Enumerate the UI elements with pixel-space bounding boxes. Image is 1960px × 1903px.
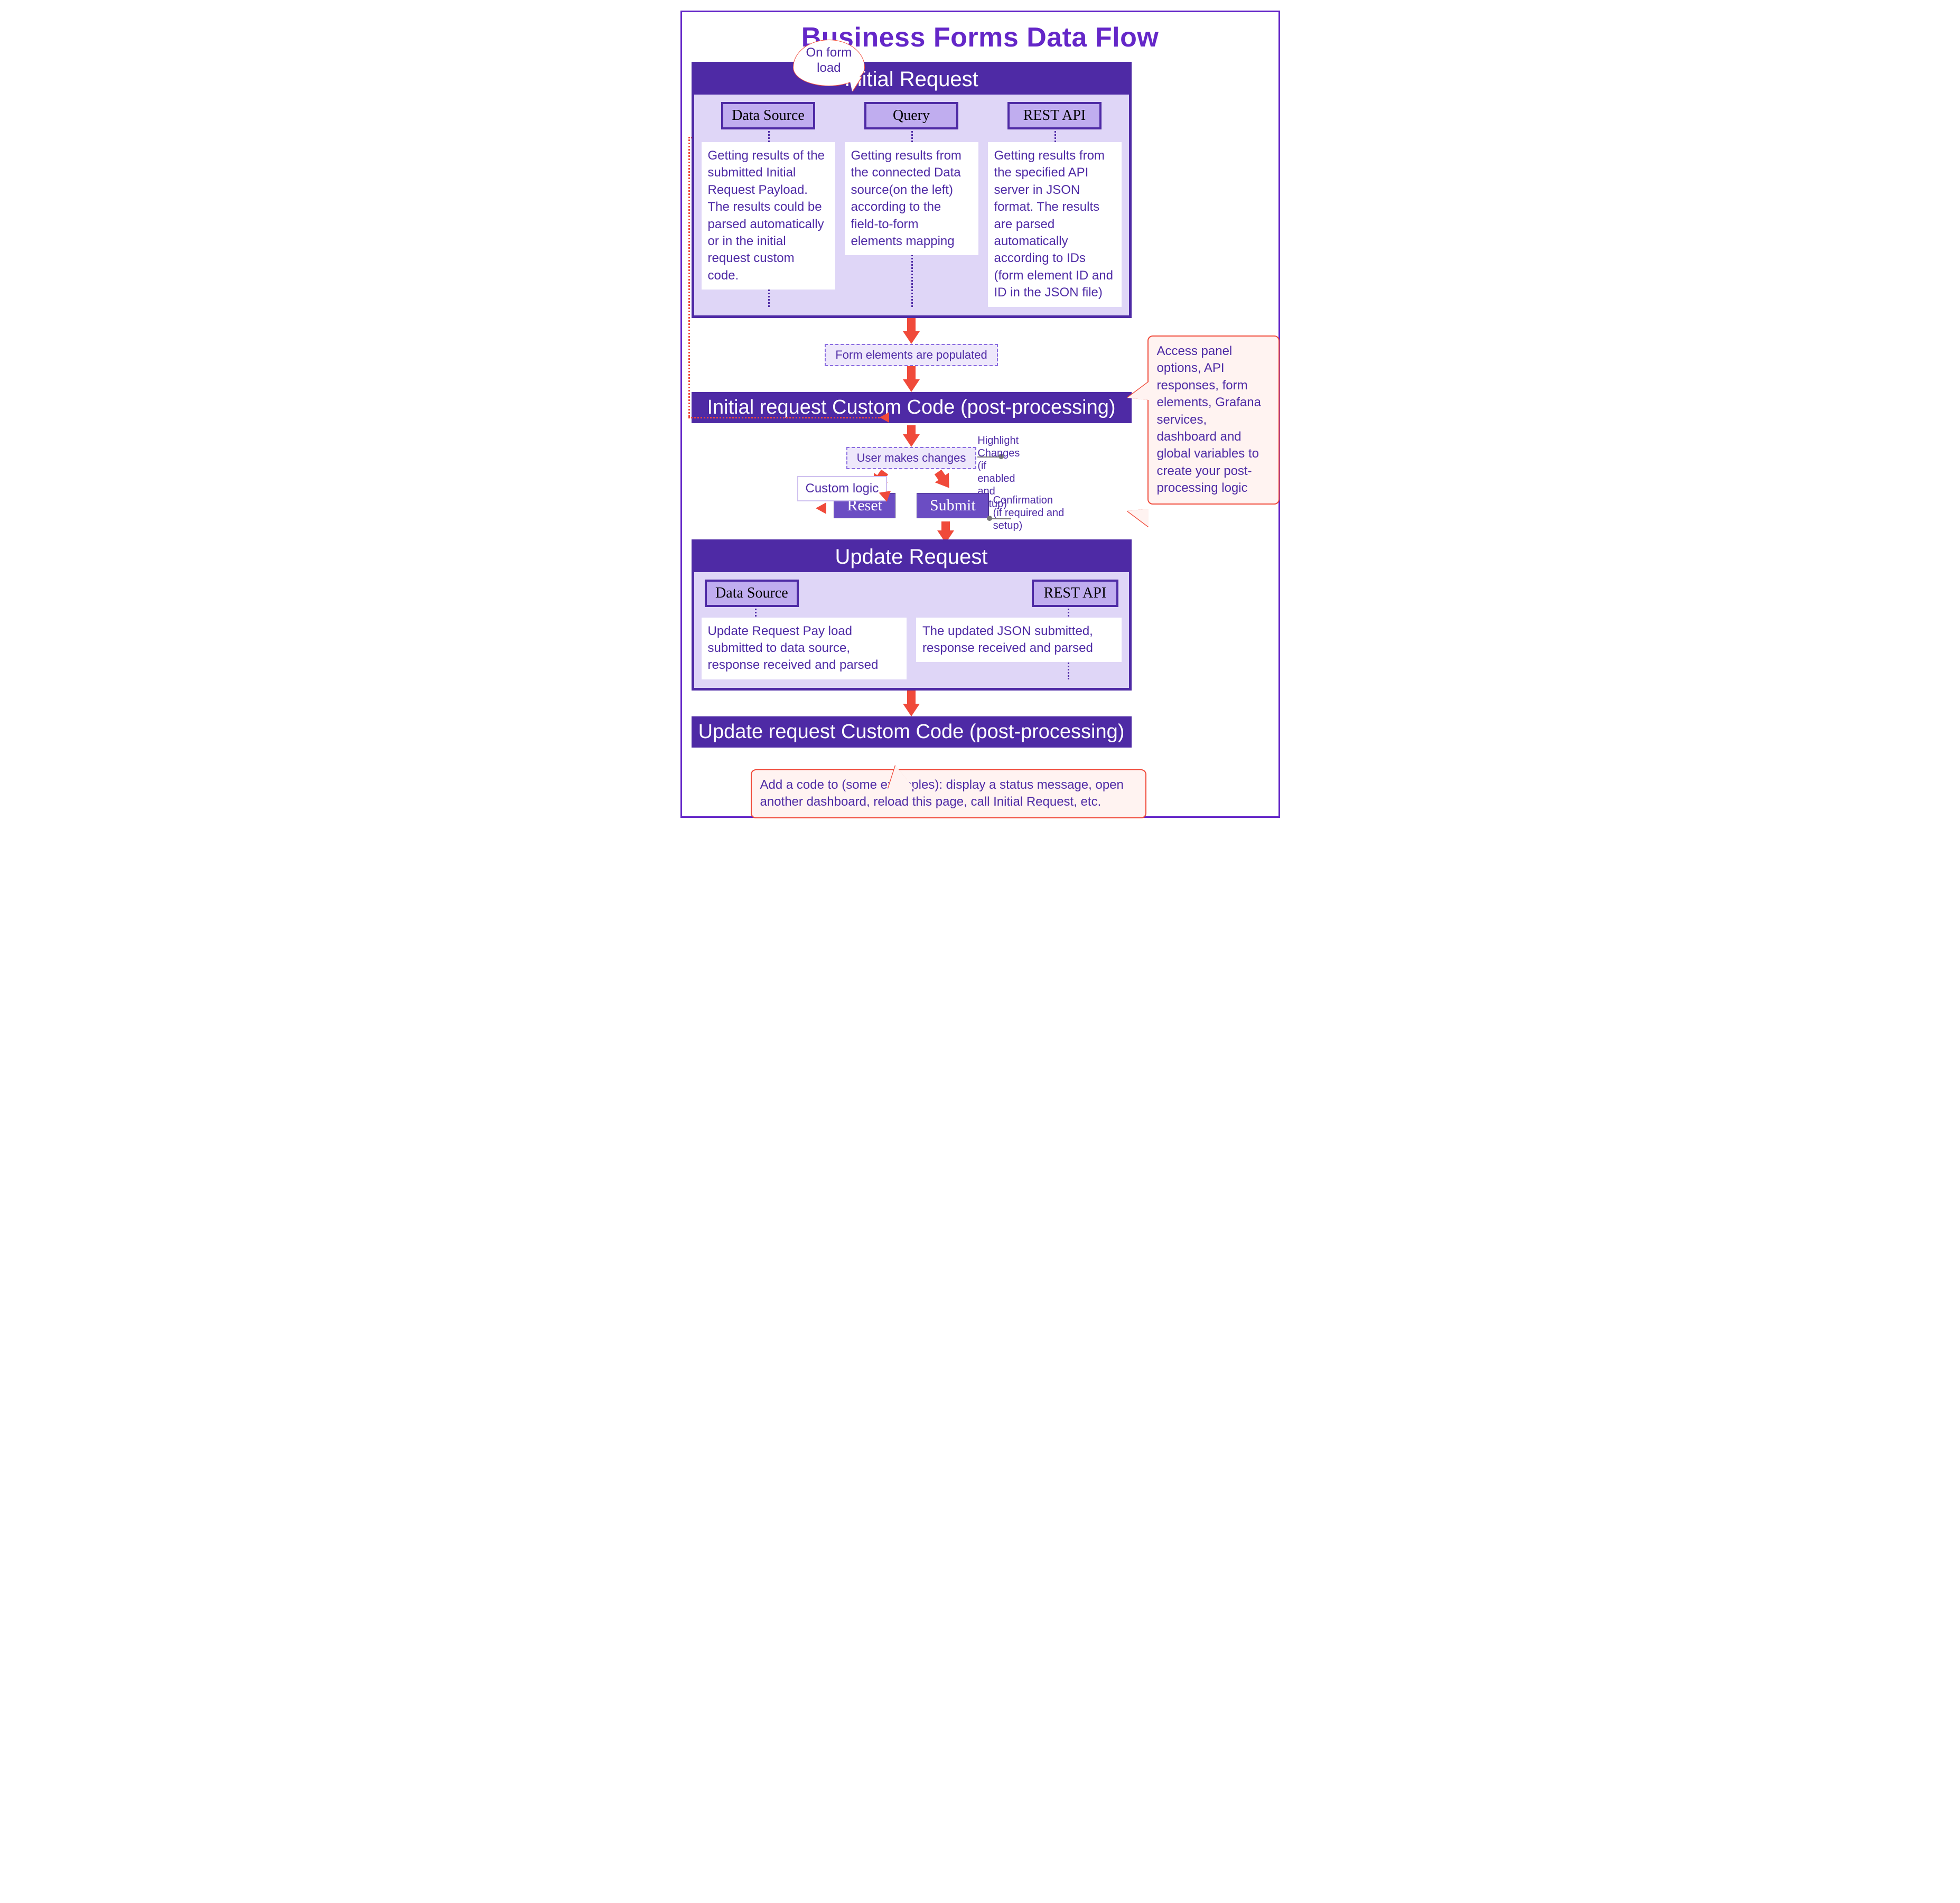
- col-desc-restapi: The updated JSON submitted, response rec…: [916, 618, 1122, 663]
- arrow-fork-right-icon: [931, 467, 956, 493]
- update-col-datasource: Data Source Update Request Pay load subm…: [702, 580, 907, 679]
- arrow-down-icon: [903, 366, 920, 392]
- on-form-load-tail: [849, 77, 862, 91]
- feedback-line-bot: [688, 417, 883, 418]
- feedback-arrow-to-reset: [880, 412, 889, 423]
- right-callout: Access panel options, API responses, for…: [1147, 335, 1280, 505]
- arrow-to-custom-logic-icon: [879, 489, 889, 500]
- update-request-header: Update Request: [694, 542, 1129, 572]
- col-header-datasource: Data Source: [721, 102, 815, 129]
- col-desc-query: Getting results from the connected Data …: [845, 142, 978, 255]
- bottom-callout-tail: [888, 766, 914, 789]
- bottom-callout: Add a code to (some examples): display a…: [751, 769, 1146, 818]
- arrow-down-icon: [903, 318, 920, 344]
- diagram-frame: Business Forms Data Flow On form load In…: [680, 11, 1280, 818]
- custom-logic-box-wrap: Custom logic: [797, 476, 888, 501]
- col-header-datasource: Data Source: [705, 580, 799, 607]
- user-changes-note: User makes changes: [846, 447, 977, 469]
- populated-note: Form elements are populated: [825, 344, 997, 366]
- right-callout-tail: [1127, 382, 1149, 400]
- col-header-restapi: REST API: [1007, 102, 1101, 129]
- initial-col-datasource: Data Source Getting results of the submi…: [702, 102, 835, 307]
- feedback-line-vert: [688, 137, 690, 417]
- col-header-query: Query: [864, 102, 958, 129]
- initial-request-section: Initial Request Data Source Getting resu…: [692, 62, 1132, 318]
- col-desc-datasource: Getting results of the submitted Initial…: [702, 142, 835, 290]
- update-col-restapi: REST API The updated JSON submitted, res…: [916, 580, 1122, 679]
- update-request-section: Update Request Data Source Update Reques…: [692, 539, 1132, 691]
- arrow-into-reset-icon: [816, 502, 826, 514]
- col-desc-datasource: Update Request Pay load submitted to dat…: [702, 618, 907, 679]
- submit-button[interactable]: Submit: [917, 493, 989, 518]
- right-callout-tail: [1127, 509, 1149, 527]
- update-custom-code-bar: Update request Custom Code (post-process…: [692, 716, 1132, 748]
- connector-dot-icon: [987, 516, 992, 521]
- initial-col-restapi: REST API Getting results from the specif…: [988, 102, 1122, 307]
- arrow-down-icon: [903, 691, 920, 716]
- custom-logic-box: Custom logic: [797, 476, 888, 501]
- arrow-down-icon: [903, 425, 920, 447]
- initial-request-header: Initial Request: [694, 64, 1129, 95]
- col-header-restapi: REST API: [1032, 580, 1118, 607]
- col-desc-restapi: Getting results from the specified API s…: [988, 142, 1122, 307]
- initial-col-query: Query Getting results from the connected…: [845, 102, 978, 307]
- confirmation-label: Confirmation (if required and setup): [993, 494, 1094, 532]
- diagram-title: Business Forms Data Flow: [692, 22, 1269, 53]
